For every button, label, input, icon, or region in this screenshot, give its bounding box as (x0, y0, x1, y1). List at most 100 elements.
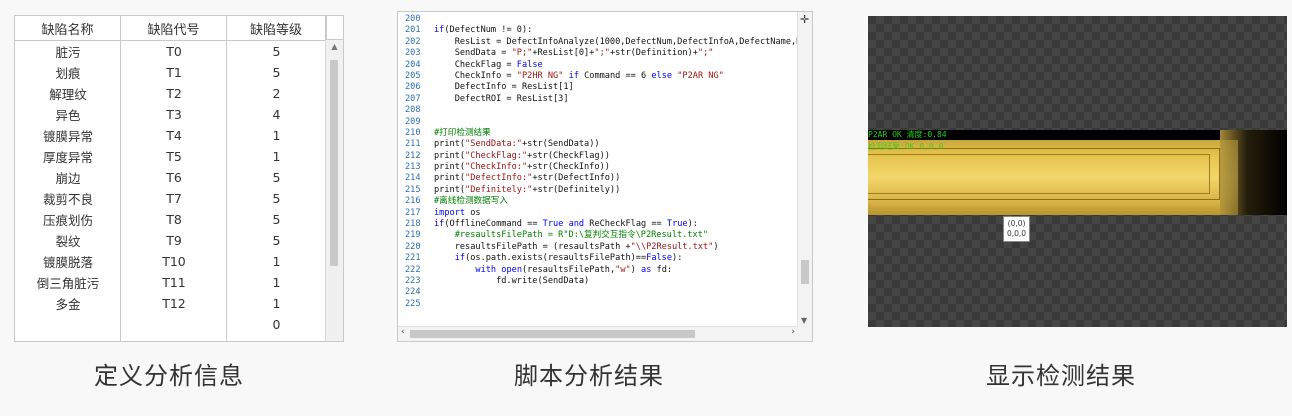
scroll-up-arrow-icon[interactable]: ▲ (326, 42, 343, 51)
cell-defect-name[interactable]: 解理纹 (15, 83, 121, 104)
code-area[interactable]: 200 201 if(DefectNum != 0): 202 ResList = D… (398, 14, 798, 332)
cell-defect-level[interactable]: 5 (227, 230, 326, 251)
code-text[interactable]: with open(resaultsFilePath,"w") as fd: (434, 265, 672, 276)
table-row[interactable]: 脏污 T0 5 (15, 41, 326, 62)
cell-defect-code[interactable]: T11 (121, 272, 227, 293)
cell-defect-code[interactable]: T4 (121, 125, 227, 146)
table-row[interactable]: 异色 T3 4 (15, 104, 326, 125)
table-row[interactable]: 镀膜脱落 T10 1 (15, 251, 326, 272)
code-line[interactable]: 211 print("SendData:"+str(SendData)) (398, 139, 798, 150)
cell-defect-level[interactable]: 4 (227, 104, 326, 125)
cell-defect-level[interactable]: 5 (227, 209, 326, 230)
cell-defect-name[interactable]: 脏污 (15, 41, 121, 62)
table-vertical-scrollbar[interactable]: ▲ (325, 40, 343, 341)
code-text[interactable]: CheckInfo = "P2HR NG" if Command == 6 el… (434, 71, 724, 82)
split-handle-icon[interactable]: ✛ (800, 13, 809, 26)
editor-vertical-scrollbar[interactable]: ✛ ▼ (797, 12, 812, 327)
code-text[interactable]: CheckFlag = False (434, 60, 543, 71)
cell-defect-code[interactable]: T1 (121, 62, 227, 83)
code-text[interactable]: DefectInfo = ResList[1] (434, 82, 574, 93)
code-line[interactable]: 207 DefectROI = ResList[3] (398, 94, 798, 105)
code-text[interactable]: ResList = DefectInfoAnalyze(1000,DefectN… (434, 37, 798, 48)
cell-defect-code[interactable]: T10 (121, 251, 227, 272)
cell-defect-code[interactable]: T8 (121, 209, 227, 230)
column-header-code[interactable]: 缺陷代号 (121, 16, 227, 40)
cell-defect-code[interactable]: T12 (121, 293, 227, 314)
code-line[interactable]: 217 import os (398, 208, 798, 219)
table-row[interactable]: 压痕划伤 T8 5 (15, 209, 326, 230)
code-line[interactable]: 201 if(DefectNum != 0): (398, 25, 798, 36)
cell-defect-level[interactable]: 1 (227, 251, 326, 272)
cell-defect-code[interactable] (121, 314, 227, 335)
image-viewer[interactable]: P2AR OK 清度:0.84 检测结果:OK 0,0,0 (0,0) 0,0,… (868, 16, 1287, 327)
table-row[interactable]: 厚度异常 T5 1 (15, 146, 326, 167)
code-text[interactable]: #resaultsFilePath = R"D:\复判交互指令\P2Result… (434, 230, 708, 241)
code-text[interactable]: fd.write(SendData) (434, 276, 589, 287)
cell-defect-name[interactable]: 裁剪不良 (15, 188, 121, 209)
code-line[interactable]: 220 resaultsFilePath = (resaultsPath +"\… (398, 242, 798, 253)
column-header-level[interactable]: 缺陷等级 (227, 16, 326, 40)
cell-defect-level[interactable]: 1 (227, 146, 326, 167)
cell-defect-code[interactable]: T3 (121, 104, 227, 125)
cell-defect-code[interactable]: T2 (121, 83, 227, 104)
cell-defect-level[interactable]: 1 (227, 272, 326, 293)
script-editor[interactable]: 200 201 if(DefectNum != 0): 202 ResList = D… (397, 11, 813, 342)
code-line[interactable]: 213 print("CheckInfo:"+str(CheckInfo)) (398, 162, 798, 173)
cell-defect-code[interactable]: T5 (121, 146, 227, 167)
cell-defect-code[interactable]: T0 (121, 41, 227, 62)
table-row[interactable]: 0 (15, 314, 326, 335)
cell-defect-level[interactable]: 5 (227, 188, 326, 209)
code-text[interactable]: SendData = "P;"+ResList[0]+";"+str(Defin… (434, 48, 714, 59)
code-line[interactable]: 221 if(os.path.exists(resaultsFilePath)=… (398, 253, 798, 264)
scroll-right-arrow-icon[interactable]: › (791, 327, 795, 337)
code-line[interactable]: 208 (398, 105, 798, 116)
code-line[interactable]: 204 CheckFlag = False (398, 60, 798, 71)
code-line[interactable]: 210 #打印检测结果 (398, 128, 798, 139)
code-text[interactable]: if(DefectNum != 0): (434, 25, 532, 36)
code-text[interactable]: if(OfflineCommand == True and ReCheckFla… (434, 219, 698, 230)
cell-defect-name[interactable]: 倒三角脏污 (15, 272, 121, 293)
cell-defect-level[interactable]: 0 (227, 314, 326, 335)
table-row[interactable]: 倒三角脏污 T11 1 (15, 272, 326, 293)
code-text[interactable]: #打印检测结果 (434, 128, 491, 139)
code-line[interactable]: 225 (398, 299, 798, 310)
column-header-name[interactable]: 缺陷名称 (15, 16, 121, 40)
code-line[interactable]: 209 (398, 117, 798, 128)
code-line[interactable]: 206 DefectInfo = ResList[1] (398, 82, 798, 93)
cell-defect-name[interactable]: 异色 (15, 104, 121, 125)
code-text[interactable]: import os (434, 208, 481, 219)
cell-defect-name[interactable]: 压痕划伤 (15, 209, 121, 230)
code-line[interactable]: 202 ResList = DefectInfoAnalyze(1000,Def… (398, 37, 798, 48)
code-line[interactable]: 212 print("CheckFlag:"+str(CheckFlag)) (398, 151, 798, 162)
table-row[interactable]: 划痕 T1 5 (15, 62, 326, 83)
cell-defect-level[interactable]: 5 (227, 41, 326, 62)
cell-defect-code[interactable]: T7 (121, 188, 227, 209)
code-line[interactable]: 218 if(OfflineCommand == True and ReCheck… (398, 219, 798, 230)
code-line[interactable]: 214 print("DefectInfo:"+str(DefectInfo)) (398, 173, 798, 184)
code-line[interactable]: 215 print("Definitely:"+str(Definitely)) (398, 185, 798, 196)
code-line[interactable]: 224 (398, 287, 798, 298)
cell-defect-name[interactable]: 镀膜异常 (15, 125, 121, 146)
scrollbar-thumb[interactable] (330, 60, 338, 266)
table-row[interactable]: 多金 T12 1 (15, 293, 326, 314)
cell-defect-name[interactable]: 划痕 (15, 62, 121, 83)
code-text[interactable]: print("SendData:"+str(SendData)) (434, 139, 600, 150)
code-line[interactable]: 223 fd.write(SendData) (398, 276, 798, 287)
code-text[interactable]: resaultsFilePath = (resaultsPath +"\\P2R… (434, 242, 719, 253)
table-row[interactable]: 镀膜异常 T4 1 (15, 125, 326, 146)
cell-defect-level[interactable]: 5 (227, 167, 326, 188)
cell-defect-name[interactable]: 裂纹 (15, 230, 121, 251)
code-text[interactable]: print("DefectInfo:"+str(DefectInfo)) (434, 173, 620, 184)
cell-defect-level[interactable]: 1 (227, 293, 326, 314)
cell-defect-code[interactable]: T9 (121, 230, 227, 251)
table-row[interactable]: 解理纹 T2 2 (15, 83, 326, 104)
table-row[interactable]: 崩边 T6 5 (15, 167, 326, 188)
cell-defect-code[interactable]: T6 (121, 167, 227, 188)
cell-defect-level[interactable]: 5 (227, 62, 326, 83)
scrollbar-thumb[interactable] (801, 260, 809, 284)
code-text[interactable]: #离线检测数据写入 (434, 196, 508, 207)
cell-defect-name[interactable]: 厚度异常 (15, 146, 121, 167)
code-text[interactable]: print("Definitely:"+str(Definitely)) (434, 185, 620, 196)
scroll-down-arrow-icon[interactable]: ▼ (801, 316, 807, 325)
table-row[interactable]: 裁剪不良 T7 5 (15, 188, 326, 209)
